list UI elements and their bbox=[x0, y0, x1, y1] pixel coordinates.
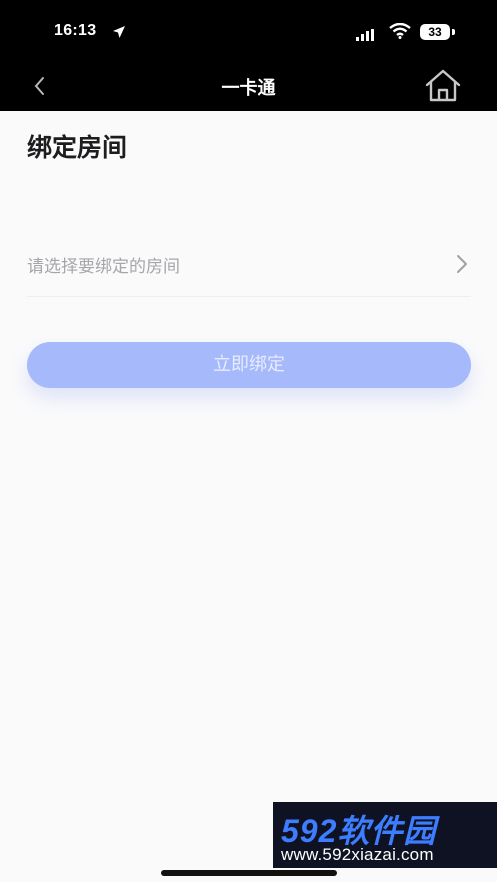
location-arrow-icon bbox=[112, 24, 126, 43]
room-select-row[interactable]: 请选择要绑定的房间 bbox=[27, 240, 471, 297]
nav-bar: 一卡通 bbox=[0, 60, 497, 111]
room-select-placeholder: 请选择要绑定的房间 bbox=[27, 257, 180, 277]
cellular-signal-icon bbox=[356, 26, 380, 45]
wifi-icon bbox=[389, 22, 411, 43]
watermark-url: www.592xiazai.com bbox=[281, 845, 434, 864]
status-bar: 16:13 33 bbox=[0, 0, 497, 60]
watermark: 592软件园 www.592xiazai.com bbox=[273, 802, 497, 868]
chevron-right-icon bbox=[455, 253, 469, 279]
home-indicator bbox=[161, 870, 337, 876]
home-icon bbox=[425, 69, 461, 102]
status-time: 16:13 bbox=[54, 22, 97, 39]
home-button[interactable] bbox=[423, 68, 463, 104]
battery-cap bbox=[452, 29, 455, 35]
page-title: 绑定房间 bbox=[27, 133, 128, 162]
bind-now-button[interactable]: 立即绑定 bbox=[27, 342, 471, 388]
battery-indicator: 33 bbox=[420, 24, 450, 40]
